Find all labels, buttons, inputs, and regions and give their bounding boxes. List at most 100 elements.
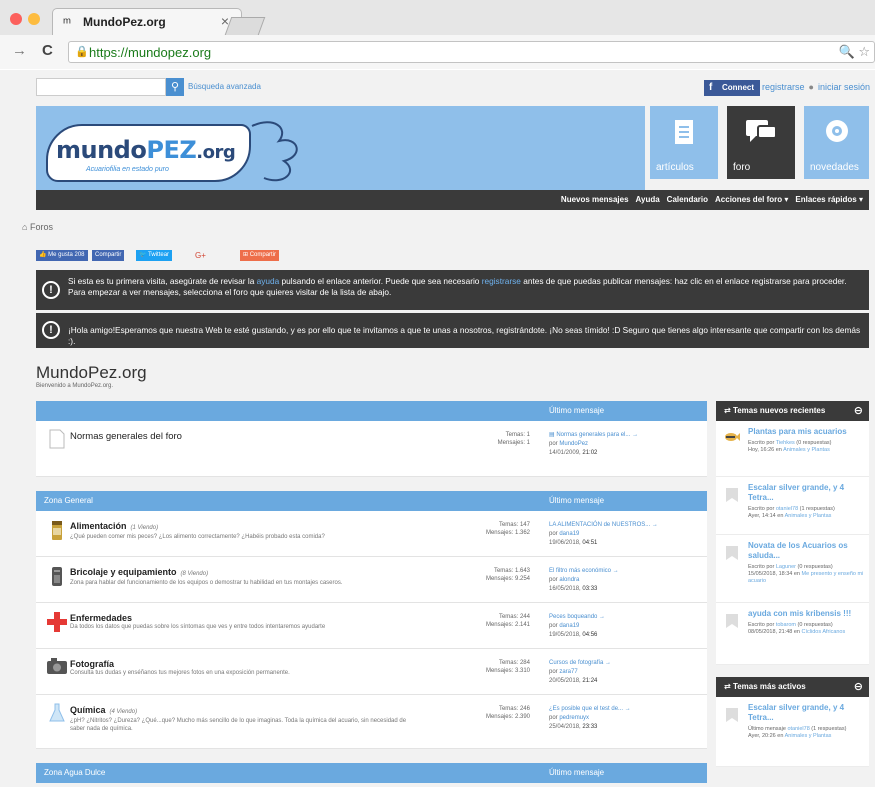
forum-stats: Temas: 147 Mensajes: 1.362 [474,521,530,537]
forum-name[interactable]: Enfermedades [70,613,136,623]
forum-section-header: Último mensaje [36,401,707,421]
topic-title[interactable]: Escalar silver grande, y 4 Tetra... [748,703,865,723]
section-title-freshwater[interactable]: Zona Agua Dulce [44,768,105,777]
list-item[interactable]: Escalar silver grande, y 4 Tetra... Escr… [716,477,869,535]
last-post-date: 20/05/2018, [549,678,581,684]
go-arrow-icon[interactable]: → [605,660,611,666]
browser-tab[interactable]: ᵐ MundoPez.org × [52,8,242,35]
list-item[interactable]: Plantas para mis acuarios Escrito por Ti… [716,421,869,477]
facebook-share-button[interactable]: Compartir [92,250,125,261]
nav-tile-news[interactable]: novedades [804,106,869,179]
last-post-author[interactable]: MundoPez [559,441,588,447]
forum-row[interactable]: Fotografía Consulta tus dudas y enséñano… [36,649,707,695]
go-arrow-icon[interactable]: → [599,614,605,620]
last-post-author[interactable]: dana19 [559,623,579,629]
search-icon[interactable]: ⚲ [166,78,184,96]
nav-new-posts[interactable]: Nuevos mensajes [561,195,629,204]
forum-name[interactable]: Alimentación (1 Viendo) [70,521,158,531]
by-label: por [549,441,558,447]
login-link[interactable]: iniciar sesión [818,82,870,92]
address-bar[interactable]: 🔒 https://mundopez.org 🔍 ☆ [68,41,875,63]
nav-forum-actions[interactable]: Acciones del foro ▾ [715,195,788,204]
nav-quick-links[interactable]: Enlaces rápidos ▾ [795,195,863,204]
forum-row[interactable]: Alimentación (1 Viendo) ¿Qué pueden comer… [36,511,707,557]
help-link[interactable]: ayuda [257,276,280,286]
go-arrow-icon[interactable]: → [625,706,631,712]
collapse-icon[interactable]: ⊖ [854,680,863,693]
last-post-link[interactable]: Normas generales para el... [556,432,630,438]
forum-list: Último mensaje Normas generales del foro… [36,401,707,783]
topic-author[interactable]: Tiehkes [776,440,795,446]
forum-row-rules[interactable]: Normas generales del foro Temas: 1 Mensaj… [36,421,707,477]
forum-name[interactable]: Química (4 Viendo) [70,705,137,715]
topic-category[interactable]: Animales y Plantas [783,447,830,453]
register-link[interactable]: registrarse [762,82,805,92]
topic-author[interactable]: otaniel78 [787,726,809,732]
topic-author[interactable]: Laguner [776,564,796,570]
topic-category[interactable]: Cíclidos Africanos [802,629,846,635]
breadcrumb: ⌂ Foros [22,222,53,232]
forum-name[interactable]: Fotografía [70,659,118,669]
go-arrow-icon[interactable]: → [632,432,638,438]
active-topics-title: ⇄ Temas más activos [724,682,806,691]
forum-name[interactable]: Normas generales del foro [70,431,182,442]
forum-description: ¿pH? ¿Nitritos? ¿Dureza? ¿Qué...que? Muc… [70,718,407,732]
forum-name[interactable]: Bricolaje y equipamiento (8 Viendo) [70,567,208,577]
topic-category[interactable]: Animales y Plantas [785,733,832,739]
last-post-author[interactable]: zara77 [559,669,577,675]
topic-title[interactable]: Escalar silver grande, y 4 Tetra... [748,483,865,503]
nav-help[interactable]: Ayuda [636,195,660,204]
nav-calendar[interactable]: Calendario [667,195,708,204]
zoom-star-icons[interactable]: 🔍 ☆ [839,44,870,60]
topic-author[interactable]: otaniel78 [776,506,798,512]
list-item[interactable]: Escalar silver grande, y 4 Tetra... Últi… [716,697,869,767]
twitter-button[interactable]: 🐦 Twittear [136,250,173,261]
list-item[interactable]: ayuda con mis kribensis !!! Escrito por … [716,603,869,665]
section-title-general[interactable]: Zona General [44,496,93,505]
last-post-author[interactable]: pedremuyx [559,715,589,721]
last-post-author[interactable]: dana19 [559,531,579,537]
register-notice-link[interactable]: registrarse [482,276,521,286]
go-arrow-icon[interactable]: → [652,522,658,528]
breadcrumb-forums[interactable]: Foros [30,222,53,232]
sidebar-gap [716,665,869,677]
topic-author[interactable]: tobarom [776,622,796,628]
facebook-like-button[interactable]: 👍 Me gusta 208 [36,250,88,261]
flask-icon [46,703,68,727]
go-arrow-icon[interactable]: → [613,568,619,574]
reload-icon[interactable]: C [42,42,53,59]
last-post-link[interactable]: Cursos de fotografía [549,660,603,666]
generic-share-button[interactable]: ⊞ Compartir [240,250,280,261]
forum-row[interactable]: Enfermedades Da todos los datos que pued… [36,603,707,649]
nav-tile-articles[interactable]: artículos [650,106,718,179]
by-label: por [549,531,558,537]
last-post-link[interactable]: Peces boqueando [549,614,597,620]
topic-category[interactable]: Animales y Plantas [785,513,832,519]
last-post-link[interactable]: LA ALIMENTACIÓN de NUESTROS... [549,522,650,528]
last-post-link[interactable]: El filtro más económico [549,568,611,574]
forum-row[interactable]: Bricolaje y equipamiento (8 Viendo) Zona … [36,557,707,603]
google-plus-button[interactable]: G+ [192,250,209,261]
search-input[interactable] [36,78,166,96]
topic-title[interactable]: Plantas para mis acuarios [748,427,865,437]
list-item[interactable]: Novata de los Acuarios os saluda... Escr… [716,535,869,603]
nav-tile-forum[interactable]: foro [727,106,795,179]
collapse-icon[interactable]: ⊖ [854,404,863,417]
close-window-dot[interactable] [10,13,22,25]
document-outline-icon [46,429,68,453]
last-post-link[interactable]: ¿Es posible que el test de... [549,706,623,712]
advanced-search-link[interactable]: Búsqueda avanzada [188,82,261,91]
last-post-time: 04:56 [582,632,598,638]
topic-title[interactable]: ayuda con mis kribensis !!! [748,609,865,619]
viewers: (8 Viendo) [180,571,209,577]
minimize-window-dot[interactable] [28,13,40,25]
site-logo[interactable]: mundoPEZ.org Acuariofilia en estado puro [46,124,251,182]
forum-row[interactable]: Química (4 Viendo) ¿pH? ¿Nitritos? ¿Durez… [36,695,707,749]
last-post-date: 14/01/2009, [549,450,581,456]
home-icon[interactable]: ⌂ [22,222,27,232]
topic-title[interactable]: Novata de los Acuarios os saluda... [748,541,865,561]
last-post-author[interactable]: alondra [559,577,579,583]
facebook-connect-button[interactable]: f Connect [704,80,760,96]
back-arrow-icon[interactable]: → [12,42,27,59]
new-tab-button[interactable] [224,17,266,35]
